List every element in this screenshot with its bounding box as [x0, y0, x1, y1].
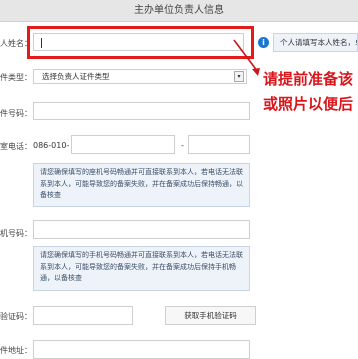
id-type-label: 件类型：	[0, 73, 32, 82]
office-phone-hint: 请您确保填写的座机号码畅通并可直接联系到本人，若电话无法联系到本人，可能导致您的…	[33, 163, 250, 207]
id-type-select[interactable]: 选择负责人证件类型 ▾	[33, 69, 247, 84]
captcha-label: 验证码：	[0, 312, 32, 321]
get-sms-code-button[interactable]: 获取手机验证码	[165, 306, 256, 325]
id-number-input[interactable]	[33, 102, 250, 120]
office-phone-input[interactable]	[71, 135, 175, 154]
address-label: 件地址：	[0, 346, 32, 355]
office-phone-label: 室电话：	[0, 142, 32, 151]
mobile-input[interactable]	[33, 220, 250, 239]
captcha-input[interactable]	[33, 306, 133, 325]
phone-prefix: 086-010-	[33, 141, 70, 150]
mobile-label: 机号码：	[0, 229, 32, 238]
chevron-down-icon[interactable]: ▾	[234, 71, 244, 82]
id-number-label: 件号码：	[0, 109, 32, 118]
section-header: 主办单位负责人信息	[0, 0, 358, 22]
info-icon[interactable]: i	[258, 37, 269, 48]
name-tip: 个人请填写本人姓名，单位	[273, 33, 358, 52]
red-note-line1: 请提前准备该	[263, 70, 354, 88]
address-input[interactable]	[33, 340, 250, 359]
name-highlight-box	[27, 26, 254, 59]
phone-separator: -	[181, 141, 184, 150]
id-type-selected: 选择负责人证件类型	[42, 72, 110, 81]
mobile-hint: 请您确保填写的手机号码畅通并可直接联系到本人，若电话无法联系到本人，可能导致您的…	[33, 246, 250, 291]
red-note-line2: 或照片以便后	[263, 95, 354, 113]
office-phone-extension-input[interactable]	[188, 135, 250, 154]
